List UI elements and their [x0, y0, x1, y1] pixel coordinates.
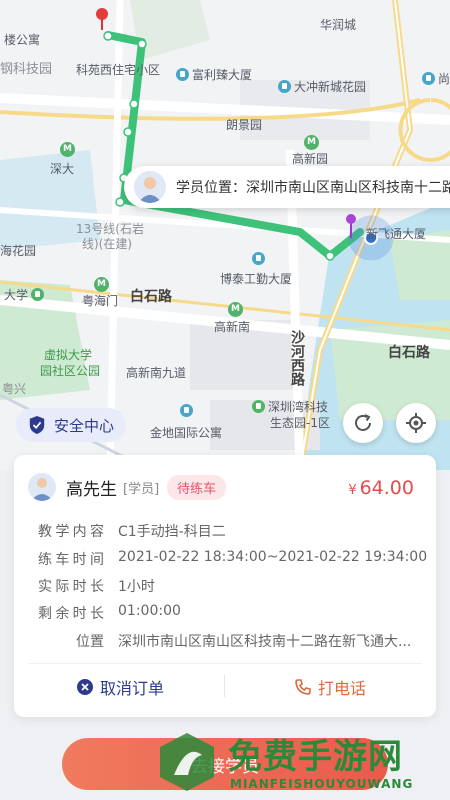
- info-row-content: 教学内容 C1手动挡-科目二: [38, 524, 226, 540]
- map-view[interactable]: 楼公寓 钢科技园 科苑西住宅小区 华润城 富利臻大厦 大冲新城花园 尚 朗景园 …: [0, 0, 450, 470]
- building-icon: [422, 72, 435, 85]
- map-label: 生态园-1区: [270, 416, 330, 430]
- refresh-button[interactable]: [343, 403, 383, 443]
- map-label: 科苑西住宅小区: [76, 63, 161, 77]
- map-poi: 大学: [4, 286, 45, 303]
- map-label: 钢科技园: [0, 62, 53, 77]
- cancel-order-button[interactable]: 取消订单: [76, 675, 164, 699]
- map-label: 海花园: [0, 244, 37, 258]
- map-label: 高新园: [292, 152, 329, 166]
- start-pin-icon: [96, 8, 108, 30]
- building-icon: [176, 68, 189, 81]
- metro-icon: [228, 302, 243, 317]
- map-label: 线)(在建): [82, 237, 133, 251]
- locate-button[interactable]: [396, 403, 436, 443]
- shield-icon: [29, 416, 45, 434]
- status-badge: 待练车: [167, 474, 227, 500]
- building-icon: [252, 252, 265, 265]
- info-row-location: 位置 深圳市南山区南山区科技南十二路在新飞通大...: [76, 634, 412, 650]
- map-poi: [304, 135, 319, 150]
- map-poi: 大冲新城花园: [278, 78, 366, 95]
- info-row-duration: 实际时长 1小时: [38, 579, 155, 595]
- map-poi: 博泰工勤大厦: [220, 272, 293, 286]
- map-label: 金地国际公寓: [150, 426, 223, 440]
- metro-icon: [60, 142, 75, 157]
- map-label: 园社区公园: [40, 364, 101, 378]
- map-label: 楼公寓: [4, 33, 41, 47]
- watermark: 免费手游网 MIANFEISHOUYOUWANG: [150, 725, 450, 800]
- user-icon: [31, 478, 53, 501]
- student-avatar: [134, 171, 166, 203]
- cancel-circle-icon: [77, 679, 93, 695]
- map-poi: [228, 302, 243, 317]
- map-poi: [94, 277, 109, 292]
- student-role: [学员]: [123, 481, 160, 497]
- watermark-subtitle: MIANFEISHOUYOUWANG: [230, 777, 414, 791]
- locate-icon: [406, 413, 426, 433]
- map-label: 高新南: [214, 320, 251, 334]
- call-label: 打电话: [318, 679, 367, 698]
- map-poi: 尚: [422, 70, 450, 87]
- student-location-bubble[interactable]: 学员位置：深圳市南山区南山区科技南十二路: [124, 166, 450, 208]
- safety-center-label: 安全中心: [54, 416, 115, 435]
- order-card: 高先生 [学员] 待练车 ¥64.00 教学内容 C1手动挡-科目二 练车时间 20…: [14, 455, 436, 717]
- metro-icon: [304, 135, 319, 150]
- refresh-icon: [355, 414, 371, 431]
- map-label: 粤兴: [2, 382, 27, 396]
- map-poi: 华润城: [320, 18, 357, 32]
- building-icon: [180, 404, 193, 417]
- map-poi: [60, 142, 75, 157]
- map-label: 高新南九道: [126, 366, 187, 380]
- student-name: 高先生: [66, 479, 117, 500]
- road-label: 白石路: [130, 289, 172, 305]
- action-separator: [224, 675, 225, 697]
- map-label: 虚拟大学: [44, 348, 93, 362]
- map-poi: [252, 252, 265, 265]
- map-label: 朗景园: [226, 118, 263, 132]
- metro-icon: [94, 277, 109, 292]
- map-label: 新飞通大厦: [366, 227, 427, 241]
- student-avatar: [28, 473, 56, 501]
- order-header: 高先生 [学员] 待练车: [28, 473, 227, 501]
- map-label: 13号线(石岩: [76, 222, 144, 236]
- building-icon: [278, 80, 291, 93]
- phone-icon: [295, 679, 311, 695]
- info-row-remaining: 剩余时长 01:00:00: [38, 603, 181, 622]
- divider: [28, 663, 422, 664]
- map-poi: 富利臻大厦: [176, 66, 252, 83]
- road-label: 白石路: [388, 345, 430, 361]
- cancel-order-label: 取消订单: [100, 679, 165, 698]
- map-poi: [180, 404, 193, 417]
- park-icon: [252, 400, 265, 413]
- student-location-text: 学员位置：深圳市南山区南山区科技南十二路: [176, 180, 450, 196]
- map-label: 深大: [50, 162, 75, 176]
- call-button[interactable]: 打电话: [294, 675, 366, 699]
- watermark-title: 免费手游网: [228, 737, 403, 777]
- park-icon: [31, 288, 45, 301]
- safety-center-button[interactable]: 安全中心: [16, 408, 127, 442]
- road-label: 沙河西路: [289, 330, 305, 386]
- order-price: ¥64.00: [348, 477, 414, 499]
- info-row-time: 练车时间 2021-02-22 18:34:00~2021-02-22 19:34…: [38, 549, 428, 568]
- user-icon: [138, 177, 162, 203]
- map-label: 粤海门: [82, 294, 119, 308]
- map-poi: 深圳湾科技: [252, 398, 328, 415]
- watermark-logo-icon: [160, 733, 214, 791]
